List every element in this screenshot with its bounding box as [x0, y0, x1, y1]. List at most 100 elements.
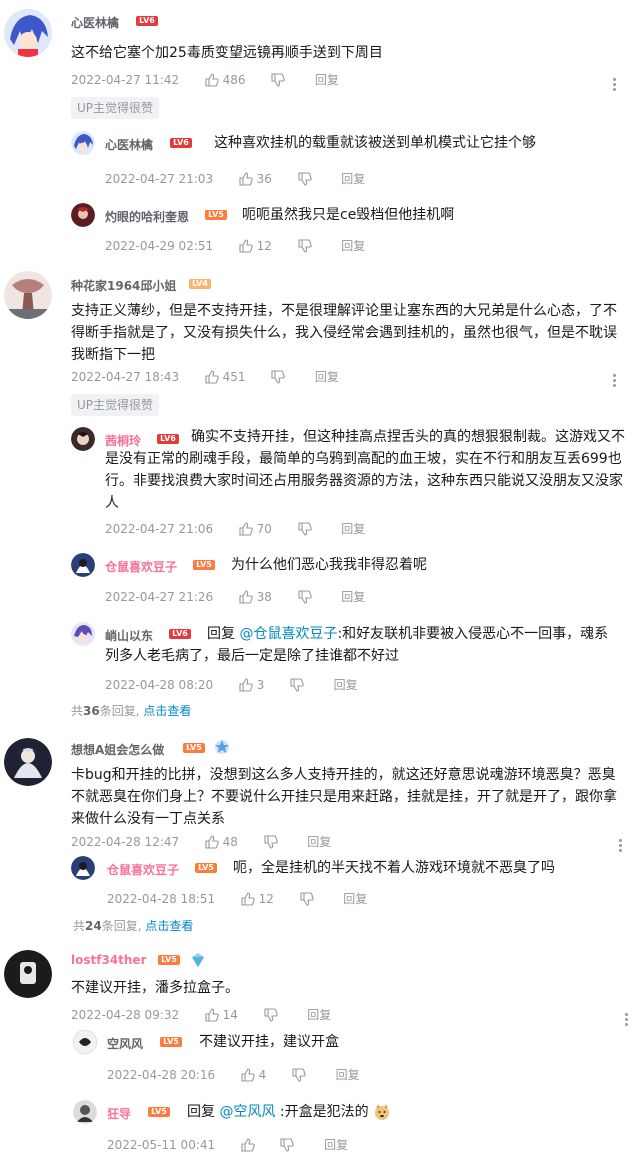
- like-count: 451: [222, 369, 246, 384]
- thumb-down-icon[interactable]: [280, 1137, 295, 1152]
- thumb-up-icon: [241, 1068, 255, 1082]
- timestamp: 2022-04-28 08:20: [105, 677, 214, 692]
- reply-button[interactable]: 回复: [341, 520, 365, 537]
- thumb-down-icon[interactable]: [298, 521, 312, 536]
- reply-text: 呃呃虽然我只是ce毁档但他挂机啊: [242, 207, 455, 223]
- avatar[interactable]: [71, 427, 95, 451]
- reply-count: 24: [85, 919, 102, 933]
- thumb-down-icon[interactable]: [298, 238, 312, 253]
- avatar[interactable]: [4, 738, 52, 786]
- reply-meta: 2022-04-28 08:20 3 回复: [105, 676, 358, 693]
- avatar[interactable]: [71, 856, 95, 880]
- reply-meta: 2022-04-27 21:06 70 回复: [105, 520, 365, 537]
- mention-link[interactable]: @仓鼠喜欢豆子: [239, 626, 337, 642]
- username[interactable]: 仓鼠喜欢豆子: [105, 558, 177, 575]
- reply-button[interactable]: 回复: [336, 1066, 360, 1083]
- reply-meta: 2022-04-28 20:16 4 回复: [107, 1066, 360, 1083]
- like-count: 70: [256, 521, 272, 536]
- avatar[interactable]: [73, 1030, 97, 1054]
- avatar[interactable]: [4, 950, 52, 998]
- level-badge: LV6: [136, 16, 158, 26]
- like-button[interactable]: 70: [239, 521, 272, 536]
- summary-suffix: 条回复,: [99, 704, 140, 718]
- mention-link[interactable]: @空风风: [219, 1104, 275, 1120]
- username[interactable]: lostf34ther: [71, 953, 147, 967]
- level-badge: LV5: [160, 1037, 182, 1047]
- avatar[interactable]: [71, 553, 95, 577]
- reply-button[interactable]: 回复: [324, 1136, 348, 1153]
- avatar[interactable]: [4, 271, 52, 319]
- username[interactable]: 空风风: [107, 1035, 143, 1052]
- avatar[interactable]: [71, 131, 95, 155]
- thumb-down-icon[interactable]: [271, 72, 285, 87]
- like-button[interactable]: 4: [241, 1067, 266, 1082]
- level-badge: LV5: [195, 863, 217, 873]
- timestamp: 2022-05-11 00:41: [107, 1137, 216, 1152]
- thumb-down-icon[interactable]: [264, 1007, 278, 1022]
- comment-meta: 2022-04-28 12:47 48 回复: [71, 833, 331, 850]
- thumb-down-icon[interactable]: [292, 1067, 306, 1082]
- like-button[interactable]: [241, 1137, 255, 1152]
- more-vertical-icon[interactable]: [613, 373, 617, 389]
- reply-button[interactable]: 回复: [307, 833, 331, 850]
- view-replies-link[interactable]: 点击查看: [143, 704, 191, 718]
- like-count: 12: [258, 891, 274, 906]
- username[interactable]: 灼眼的哈利奎恩: [105, 208, 189, 225]
- username[interactable]: 心医林檎: [105, 136, 153, 153]
- reply-button[interactable]: 回复: [341, 588, 365, 605]
- reply-prefix: 回复: [207, 626, 235, 642]
- avatar[interactable]: [73, 1100, 97, 1124]
- like-button[interactable]: 486: [205, 72, 246, 87]
- like-count: 4: [258, 1067, 267, 1082]
- reply-button[interactable]: 回复: [307, 1006, 331, 1023]
- thumb-down-icon[interactable]: [290, 677, 304, 692]
- reply-meta: 2022-04-29 02:51 12 回复: [105, 237, 365, 254]
- thumb-up-icon: [239, 678, 253, 692]
- more-vertical-icon[interactable]: [619, 838, 623, 854]
- avatar[interactable]: [4, 9, 52, 57]
- thumb-up-icon: [239, 522, 253, 536]
- reply-body: :和好友联机非要被入侵恶心不一回事，魂系列多人老毛病了，最后一定是除了挂谁都不好…: [105, 626, 609, 664]
- reply-button[interactable]: 回复: [334, 676, 358, 693]
- reply-text: 这种喜欢挂机的载重就该被送到单机模式让它挂个够: [214, 135, 536, 151]
- like-button[interactable]: 36: [239, 171, 272, 186]
- username[interactable]: 仓鼠喜欢豆子: [107, 861, 179, 878]
- like-button[interactable]: 14: [205, 1007, 238, 1022]
- like-button[interactable]: 3: [239, 677, 264, 692]
- reply-button[interactable]: 回复: [315, 368, 339, 385]
- timestamp: 2022-04-27 21:06: [105, 521, 214, 536]
- reply-button[interactable]: 回复: [341, 170, 365, 187]
- reply-text: 确实不支持开挂，但这种挂高点捏舌头的真的想狠狠制裁。这游戏又不是没有正常的刷魂手…: [105, 429, 625, 511]
- username[interactable]: 想想A姐会怎么做: [71, 741, 164, 758]
- timestamp: 2022-04-28 12:47: [71, 834, 180, 849]
- like-count: 14: [222, 1007, 238, 1022]
- thumb-up-icon: [241, 1138, 255, 1152]
- like-button[interactable]: 451: [205, 369, 246, 384]
- comment-text: 卡bug和开挂的比拼，没想到这么多人支持开挂的，就这还好意思说魂游环境恶臭？恶臭…: [71, 767, 617, 827]
- avatar[interactable]: [71, 203, 95, 227]
- username[interactable]: 种花家1964邱小姐: [71, 277, 176, 294]
- like-button[interactable]: 12: [239, 238, 272, 253]
- like-button[interactable]: 48: [205, 834, 238, 849]
- thumb-down-icon[interactable]: [300, 891, 314, 906]
- view-replies-link[interactable]: 点击查看: [145, 919, 193, 933]
- username[interactable]: 狂导: [107, 1105, 131, 1122]
- reply-text: 回复 @仓鼠喜欢豆子:和好友联机非要被入侵恶心不一回事，魂系列多人老毛病了，最后…: [105, 623, 621, 667]
- timestamp: 2022-04-29 02:51: [105, 238, 214, 253]
- more-vertical-icon[interactable]: [613, 77, 617, 93]
- thumb-down-icon[interactable]: [298, 171, 312, 186]
- more-vertical-icon[interactable]: [625, 1012, 629, 1028]
- reply-button[interactable]: 回复: [341, 237, 365, 254]
- like-button[interactable]: 12: [241, 891, 274, 906]
- reply-meta: 2022-05-11 00:41 回复: [107, 1136, 348, 1153]
- reply-button[interactable]: 回复: [343, 890, 367, 907]
- thumb-down-icon[interactable]: [264, 834, 278, 849]
- thumb-down-icon[interactable]: [298, 589, 312, 604]
- reply-button[interactable]: 回复: [315, 71, 339, 88]
- comment-meta: 2022-04-27 11:42 486 回复: [71, 71, 339, 88]
- username[interactable]: 心医林檎: [71, 14, 119, 31]
- avatar[interactable]: [71, 622, 95, 646]
- thumb-up-icon: [239, 239, 253, 253]
- like-button[interactable]: 38: [239, 589, 272, 604]
- thumb-down-icon[interactable]: [271, 369, 285, 384]
